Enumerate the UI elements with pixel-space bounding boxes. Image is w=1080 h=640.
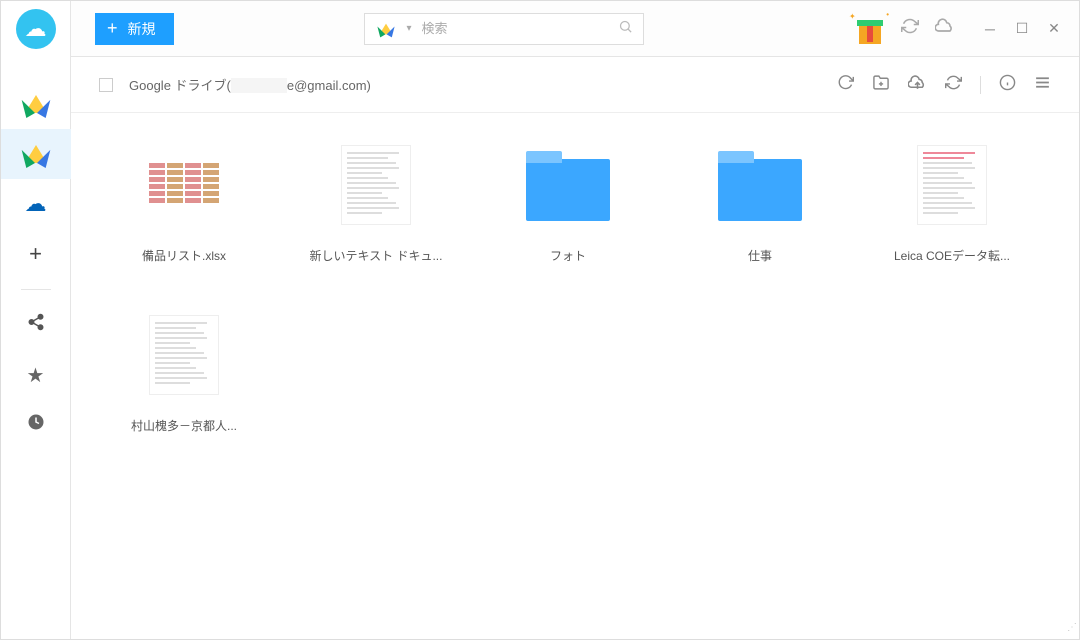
file-name: 新しいテキスト ドキュ...	[310, 247, 443, 264]
new-button-label: 新規	[128, 19, 156, 39]
document-icon	[341, 145, 411, 225]
cloud-icon: ☁	[25, 16, 47, 42]
share-icon	[27, 313, 45, 337]
info-icon[interactable]	[999, 74, 1016, 96]
spreadsheet-icon	[149, 163, 219, 207]
google-drive-icon	[25, 145, 47, 163]
close-button[interactable]: ✕	[1047, 22, 1061, 36]
app-logo[interactable]: ☁	[16, 9, 56, 49]
file-name: フォト	[550, 247, 586, 264]
sidebar-item-share[interactable]	[1, 300, 71, 350]
topbar: + 新規 ▾ ✦ • ─ ☐ ✕	[71, 1, 1079, 57]
divider	[21, 289, 51, 290]
folder-icon	[718, 159, 802, 221]
file-item[interactable]: 仕事	[665, 135, 855, 295]
star-icon: ★	[27, 363, 45, 388]
toolbar-actions	[837, 74, 1051, 96]
file-item[interactable]: フォト	[473, 135, 663, 295]
file-item[interactable]: 村山槐多－京都人...	[89, 305, 279, 465]
chevron-down-icon[interactable]: ▾	[407, 23, 412, 34]
select-all-checkbox[interactable]	[99, 78, 113, 92]
sidebar-item-add-cloud[interactable]: +	[1, 229, 71, 279]
sidebar-item-recent[interactable]	[1, 400, 71, 450]
topbar-actions: ✦ • ─ ☐ ✕	[855, 14, 1061, 44]
file-name: 村山槐多－京都人...	[131, 417, 237, 434]
separator	[980, 76, 981, 94]
search-input[interactable]	[422, 21, 608, 36]
google-drive-icon	[25, 95, 47, 113]
plus-icon: +	[107, 18, 118, 39]
breadcrumb[interactable]: Google ドライブ(xxxxxxxxe@gmail.com)	[129, 75, 371, 94]
onedrive-icon: ☁	[25, 191, 47, 217]
minimize-button[interactable]: ─	[983, 22, 997, 36]
sync-icon[interactable]	[901, 17, 919, 40]
maximize-button[interactable]: ☐	[1015, 22, 1029, 36]
redacted-text: xxxxxxxx	[231, 78, 287, 93]
breadcrumb-email: e@gmail.com)	[287, 78, 371, 93]
sidebar-item-favorites[interactable]: ★	[1, 350, 71, 400]
file-item[interactable]: 新しいテキスト ドキュ...	[281, 135, 471, 295]
new-button[interactable]: + 新規	[95, 13, 174, 45]
resize-grip[interactable]: ⋰	[1065, 625, 1077, 637]
cloud-transfer-icon[interactable]	[935, 17, 955, 40]
document-icon	[149, 315, 219, 395]
search-icon[interactable]	[618, 19, 633, 38]
upload-icon[interactable]	[908, 74, 927, 96]
document-icon	[917, 145, 987, 225]
file-name: 仕事	[748, 247, 772, 264]
breadcrumb-account: Google ドライブ(	[129, 78, 231, 93]
gift-icon[interactable]: ✦ •	[855, 14, 885, 44]
file-name: Leica COEデータ転...	[894, 247, 1010, 264]
clock-icon	[27, 413, 45, 437]
sidebar-item-onedrive[interactable]: ☁	[1, 179, 71, 229]
google-drive-icon	[379, 23, 392, 34]
folder-icon	[526, 159, 610, 221]
new-folder-icon[interactable]	[872, 74, 890, 96]
window-controls: ─ ☐ ✕	[983, 22, 1061, 36]
file-item[interactable]: Leica COEデータ転...	[857, 135, 1047, 295]
file-item[interactable]: 備品リスト.xlsx	[89, 135, 279, 295]
toolbar: Google ドライブ(xxxxxxxxe@gmail.com)	[71, 57, 1079, 113]
refresh-icon[interactable]	[837, 74, 854, 96]
plus-icon: +	[29, 241, 42, 267]
sidebar-item-gdrive-2[interactable]	[1, 129, 71, 179]
sidebar: ☁ ☁ + ★	[1, 1, 71, 639]
search-box[interactable]: ▾	[364, 13, 644, 45]
sync-settings-icon[interactable]	[945, 74, 962, 96]
list-view-icon[interactable]	[1034, 74, 1051, 96]
file-name: 備品リスト.xlsx	[142, 247, 226, 264]
sidebar-item-gdrive-1[interactable]	[1, 79, 71, 129]
file-grid: 備品リスト.xlsx 新しいテキスト ドキュ... フォト 仕事 Leica COEデー…	[71, 113, 1079, 639]
